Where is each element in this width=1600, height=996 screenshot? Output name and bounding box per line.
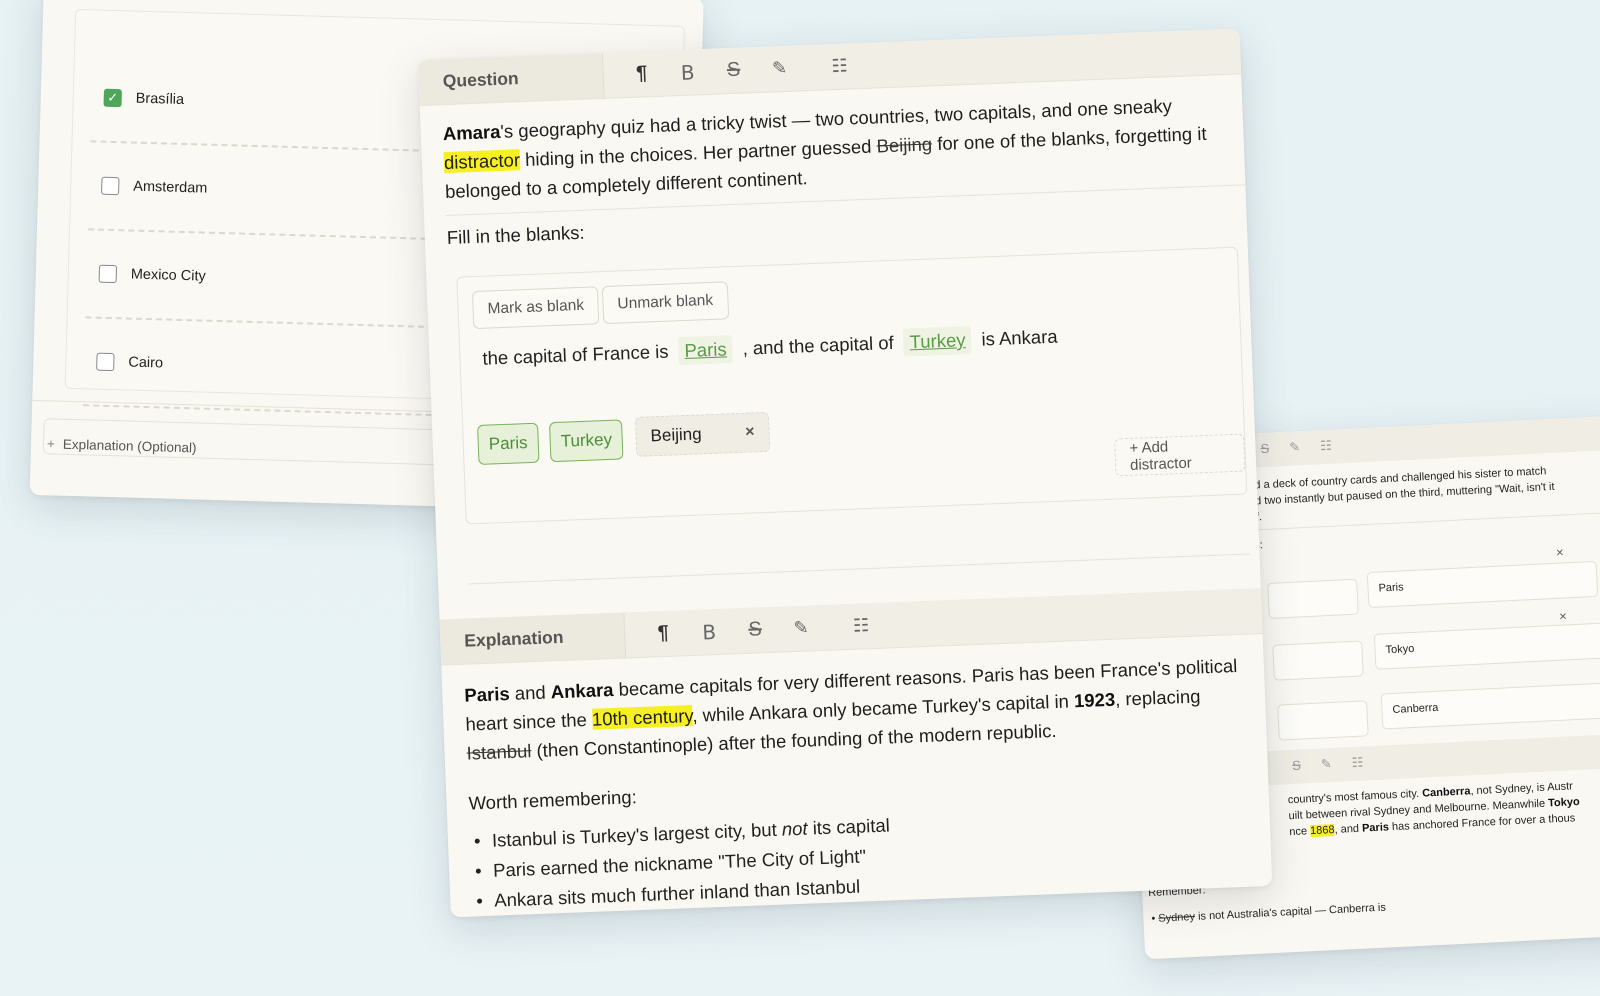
- settings-icon[interactable]: ☷: [829, 55, 850, 77]
- checkbox-checked[interactable]: ✓: [103, 88, 122, 108]
- paragraph-icon[interactable]: ¶: [631, 62, 652, 86]
- mark-as-blank-button[interactable]: Mark as blank: [471, 286, 600, 330]
- fill-label: l:: [1257, 539, 1264, 552]
- chip-label: Beijing: [650, 424, 702, 446]
- sentence-text: is Ankara: [981, 325, 1058, 350]
- checkbox[interactable]: [98, 264, 118, 284]
- highlight-icon[interactable]: ✎: [791, 617, 812, 639]
- answer-chip-correct[interactable]: Turkey: [549, 419, 624, 463]
- prompt-field[interactable]: [1272, 640, 1364, 681]
- choice-label: Brasília: [135, 90, 185, 108]
- choice-label: Amsterdam: [133, 178, 208, 197]
- strikethrough-icon[interactable]: S: [1260, 441, 1269, 457]
- answer-chip-correct[interactable]: Paris: [477, 422, 540, 465]
- add-distractor-button[interactable]: + Add distractor: [1114, 433, 1246, 477]
- sentence-text: the capital of France is: [482, 340, 669, 369]
- sentence-text: , and the capital of: [742, 331, 895, 359]
- answer-chip-distractor[interactable]: Beijing ×: [634, 411, 771, 457]
- highlight-icon[interactable]: ✎: [769, 58, 790, 80]
- fill-in-blank-editor-card: Question ¶ B S ✎ ☷ Amara's geography qui…: [418, 28, 1273, 918]
- answer-field[interactable]: Tokyo: [1373, 622, 1600, 670]
- answer-field[interactable]: Paris: [1366, 560, 1599, 609]
- close-icon[interactable]: ×: [1556, 544, 1564, 559]
- highlight-icon[interactable]: ✎: [1320, 756, 1332, 773]
- strikethrough-icon[interactable]: S: [723, 59, 744, 83]
- question-toolbar: ¶ B S ✎ ☷: [603, 54, 850, 87]
- fill-label: Fill in the blanks:: [446, 221, 585, 249]
- blank-sentence[interactable]: the capital of France is Paris , and the…: [482, 323, 1058, 373]
- choice-label: Cairo: [128, 354, 164, 372]
- paragraph-icon[interactable]: ¶: [653, 622, 674, 646]
- worth-remembering-label: Worth remembering:: [468, 786, 638, 814]
- answer-field[interactable]: Canberra: [1380, 682, 1600, 730]
- highlight-icon[interactable]: ✎: [1289, 439, 1301, 456]
- strikethrough-icon[interactable]: S: [745, 618, 766, 642]
- remember-list: Istanbul is Turkey's largest city, but n…: [469, 810, 892, 916]
- blank-word[interactable]: Turkey: [903, 325, 973, 357]
- explanation-title: Explanation: [439, 612, 627, 665]
- prompt-field[interactable]: [1267, 578, 1359, 619]
- explanation-toolbar: ¶ B S ✎ ☷: [625, 614, 872, 647]
- strikethrough-icon[interactable]: S: [1292, 758, 1301, 774]
- check-icon: ✓: [107, 89, 119, 106]
- bold-icon[interactable]: B: [699, 619, 720, 644]
- plus-icon: +: [46, 436, 56, 452]
- bold-icon[interactable]: B: [677, 60, 698, 85]
- settings-icon[interactable]: ☷: [1320, 438, 1332, 455]
- settings-icon[interactable]: ☷: [851, 615, 872, 637]
- blank-word[interactable]: Paris: [677, 335, 734, 366]
- settings-icon[interactable]: ☷: [1351, 755, 1363, 772]
- checkbox[interactable]: [101, 176, 120, 196]
- prompt-field[interactable]: [1277, 700, 1369, 741]
- choice-label: Mexico City: [130, 266, 206, 285]
- unmark-blank-button[interactable]: Unmark blank: [601, 281, 729, 325]
- checkbox[interactable]: [96, 352, 115, 372]
- blank-editor: Mark as blank Unmark blank the capital o…: [456, 246, 1248, 525]
- explanation-body[interactable]: Paris and Ankara became capitals for ver…: [464, 650, 1257, 767]
- question-title: Question: [418, 52, 605, 105]
- close-icon[interactable]: ×: [1559, 608, 1567, 623]
- close-icon[interactable]: ×: [745, 423, 755, 441]
